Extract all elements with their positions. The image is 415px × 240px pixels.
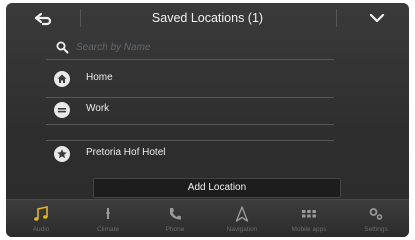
chevron-down-icon (369, 13, 385, 23)
nav-label: Audio (32, 226, 50, 233)
header-divider (336, 9, 337, 27)
nav-label: Phone (165, 226, 185, 233)
nav-phone[interactable]: Phone (142, 200, 208, 237)
nav-navigation[interactable]: Navigation (209, 200, 275, 237)
location-label: Pretoria Hof Hotel (86, 147, 166, 158)
climate-icon (106, 208, 110, 219)
location-label: Home (86, 72, 113, 83)
collapse-button[interactable] (368, 11, 386, 25)
search-bar (46, 35, 334, 60)
location-label: Work (86, 103, 110, 114)
nav-label: Mobile apps (291, 226, 327, 233)
location-item-work[interactable]: Work (46, 98, 334, 123)
nav-audio[interactable]: Audio (8, 200, 74, 237)
search-input[interactable] (76, 39, 326, 55)
phone-icon (170, 208, 181, 220)
bottom-nav-bar: Audio Climate Phone Navigation Mobile ap… (6, 199, 409, 237)
nav-label: Climate (96, 226, 120, 233)
home-icon (54, 71, 70, 87)
work-icon (54, 102, 70, 118)
nav-climate[interactable]: Climate (75, 200, 141, 237)
list-divider (46, 124, 334, 125)
list-divider (46, 140, 334, 141)
star-icon (54, 146, 70, 162)
page-title: Saved Locations (1) (151, 11, 264, 25)
search-icon (56, 41, 69, 54)
header-divider (80, 9, 81, 27)
nav-label: Navigation (226, 226, 258, 233)
navigation-icon (235, 206, 249, 222)
back-arrow-icon (34, 12, 52, 26)
nav-mobile-apps[interactable]: Mobile apps (276, 200, 342, 237)
nav-label: Settings (364, 226, 388, 233)
settings-icon (369, 208, 383, 220)
header-bar: Saved Locations (1) (6, 3, 409, 33)
location-item-saved[interactable]: Pretoria Hof Hotel (46, 142, 334, 167)
nav-settings[interactable]: Settings (343, 200, 409, 237)
add-location-button[interactable]: Add Location (93, 178, 341, 198)
apps-grid-icon (302, 210, 316, 218)
location-item-home[interactable]: Home (46, 67, 334, 92)
back-button[interactable] (31, 10, 55, 28)
music-note-icon (34, 206, 48, 221)
saved-locations-screen: Saved Locations (1) Home (6, 3, 409, 237)
